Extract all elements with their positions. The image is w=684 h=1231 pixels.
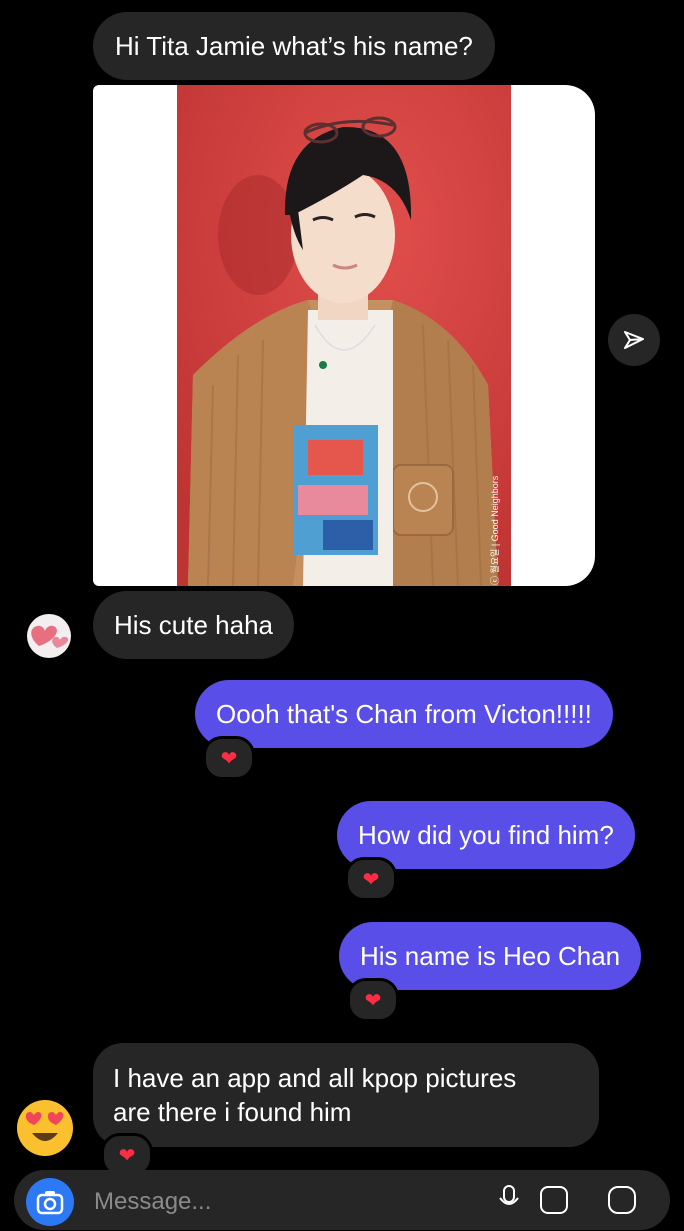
shared-photo: ⓒ 월요일 | Good Neighbors bbox=[177, 85, 511, 586]
microphone-icon[interactable] bbox=[498, 1184, 520, 1214]
reaction-badge[interactable]: ❤ bbox=[345, 857, 397, 901]
share-button[interactable] bbox=[608, 314, 660, 366]
sender-avatar[interactable] bbox=[27, 614, 71, 658]
heart-eyes-emoji-icon bbox=[17, 1100, 73, 1156]
message-text: His name is Heo Chan bbox=[360, 941, 621, 971]
message-bubble-received[interactable]: Hi Tita Jamie what’s his name? bbox=[93, 12, 495, 80]
camera-icon bbox=[36, 1191, 64, 1215]
post-caption: ⓒ 월요일 | Good Neighbors bbox=[489, 475, 500, 585]
message-text: I have an app and all kpop pictures bbox=[113, 1063, 517, 1093]
share-icon bbox=[624, 331, 644, 349]
shared-post-image[interactable]: ⓒ 월요일 | Good Neighbors bbox=[93, 85, 595, 586]
sticker-icon[interactable] bbox=[608, 1186, 636, 1214]
sender-avatar[interactable] bbox=[16, 1099, 74, 1157]
reaction-badge[interactable]: ❤ bbox=[347, 978, 399, 1022]
message-bubble-sent[interactable]: Oooh that's Chan from Victon!!!!! bbox=[195, 680, 613, 748]
heart-icon: ❤ bbox=[118, 1144, 136, 1167]
heart-icon: ❤ bbox=[362, 868, 380, 891]
reaction-badge[interactable]: ❤ bbox=[203, 736, 255, 780]
camera-button[interactable] bbox=[26, 1178, 74, 1226]
message-text: Hi Tita Jamie what’s his name? bbox=[115, 31, 473, 61]
gallery-icon[interactable] bbox=[540, 1186, 568, 1214]
message-text: Oooh that's Chan from Victon!!!!! bbox=[216, 699, 592, 729]
message-text: How did you find him? bbox=[358, 820, 614, 850]
message-bubble-received[interactable]: I have an app and all kpop pictures are … bbox=[93, 1043, 599, 1147]
message-bubble-received[interactable]: His cute haha bbox=[93, 591, 294, 659]
message-input[interactable]: Message... bbox=[94, 1188, 211, 1216]
message-composer[interactable]: Message... bbox=[14, 1170, 670, 1230]
message-text: are there i found him bbox=[113, 1097, 352, 1127]
heart-icon: ❤ bbox=[220, 747, 238, 770]
heart-icon: ❤ bbox=[364, 989, 382, 1012]
message-text: His cute haha bbox=[114, 610, 273, 640]
heart-avatar-icon bbox=[31, 625, 69, 648]
